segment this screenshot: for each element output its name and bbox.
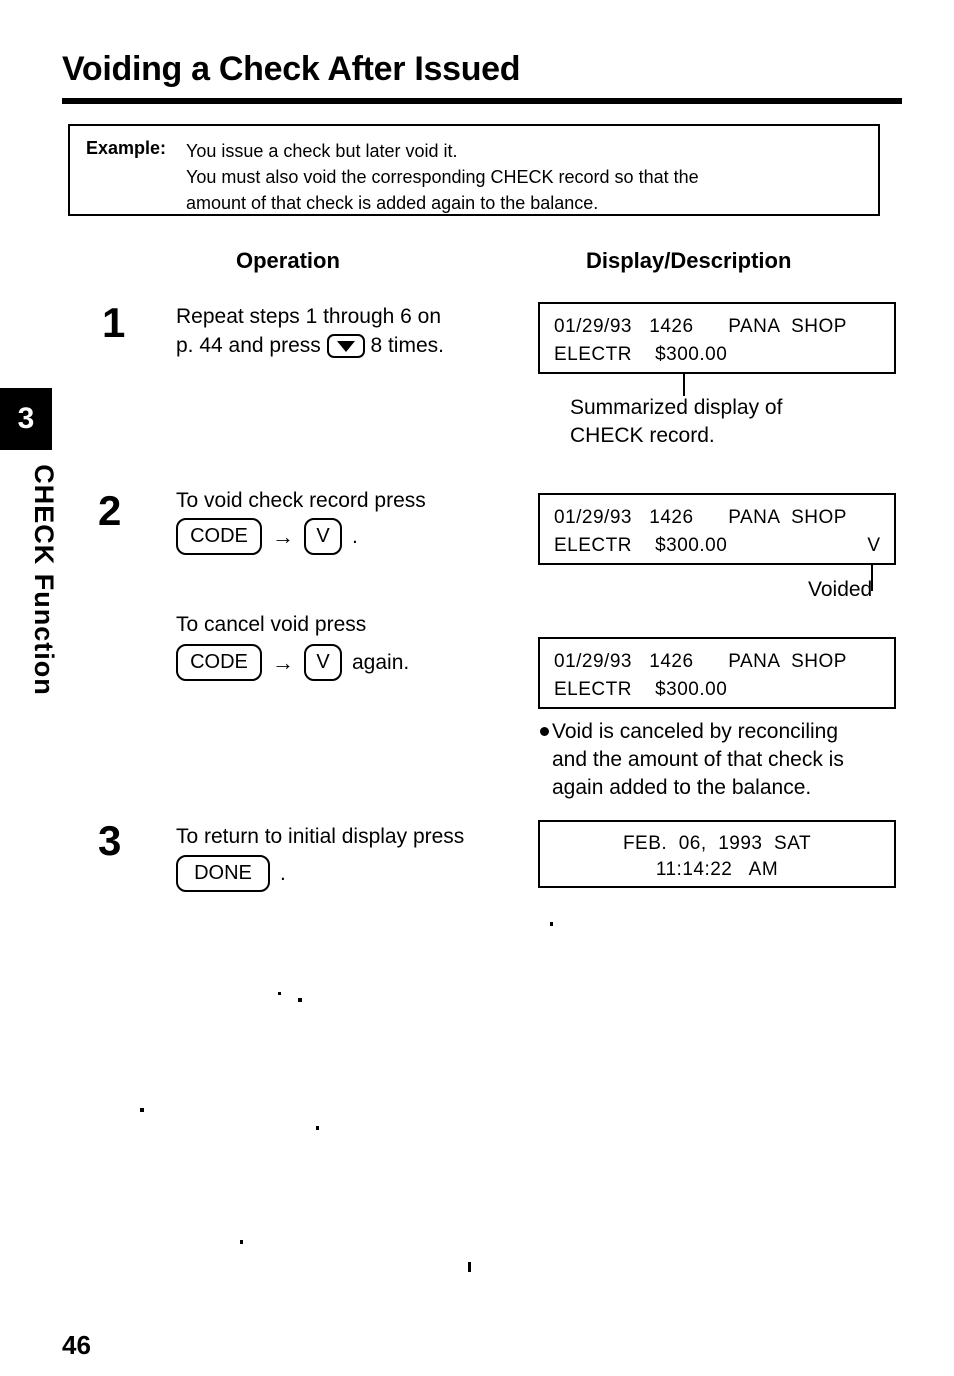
- step-3-key-sequence: DONE .: [176, 855, 286, 892]
- step-number-3: 3: [98, 817, 122, 864]
- step-3-trailing-punctuation: .: [280, 861, 286, 885]
- manual-page: 3 CHECK Function Voiding a Check After I…: [0, 0, 954, 1376]
- step-2-cancel-trailing: again.: [352, 650, 410, 674]
- annotation-summarized: Summarized display of CHECK record.: [570, 394, 782, 450]
- display-step-3-initial: FEB. 06, 1993 SAT 11:14:22 AM: [538, 820, 896, 888]
- code-key-button[interactable]: CODE: [176, 518, 262, 555]
- example-line-1: You issue a check but later void it.: [186, 141, 458, 161]
- step-number-2: 2: [98, 487, 122, 534]
- annotation-voided: Voided: [808, 578, 873, 601]
- arrow-right-icon-cancel: →: [272, 649, 294, 675]
- scan-speck: [468, 1262, 471, 1272]
- step-1-instruction-prefix: p. 44 and press: [176, 334, 321, 357]
- done-key-button[interactable]: DONE: [176, 855, 270, 892]
- display-step-1: 01/29/93 1426 PANA SHOP ELECTR $300.00: [538, 302, 896, 374]
- note-bullet-text-1: Void is canceled by reconciling: [552, 720, 839, 743]
- v-key-button-cancel[interactable]: V: [304, 644, 342, 681]
- step-2-cancel-key-sequence: CODE → V again.: [176, 644, 409, 681]
- step-1-instruction-suffix: 8 times.: [370, 334, 444, 357]
- step-2-cancel-instruction: To cancel void press: [176, 613, 367, 636]
- leader-line-summarized: [683, 374, 685, 396]
- scan-speck: [298, 998, 302, 1002]
- display-step-2-line-1: 01/29/93 1426 PANA SHOP: [554, 507, 847, 528]
- scan-speck: [240, 1240, 243, 1244]
- step-2-key-sequence: CODE → V .: [176, 518, 358, 555]
- chapter-tab-number: 3: [0, 388, 52, 450]
- display-step-2-line-2: ELECTR $300.00: [554, 535, 728, 556]
- scan-speck: [278, 992, 281, 995]
- arrow-right-icon: →: [272, 523, 294, 549]
- void-marker: V: [867, 535, 880, 556]
- down-arrow-key-icon[interactable]: [326, 334, 365, 359]
- step-3-instruction-line-1: To return to initial display press: [176, 825, 465, 848]
- column-heading-operation: Operation: [236, 248, 340, 273]
- title-divider: [62, 98, 902, 104]
- step-1-instruction-line-1: Repeat steps 1 through 6 on: [176, 305, 442, 328]
- step-number-1: 1: [102, 299, 126, 346]
- note-bullet-line-1: Void is canceled by reconciling: [540, 718, 844, 746]
- scan-speck: [140, 1108, 144, 1112]
- v-key-button[interactable]: V: [304, 518, 342, 555]
- display-step-3-line-1: FEB. 06, 1993 SAT: [622, 833, 812, 854]
- display-step-2-cancelled: 01/29/93 1426 PANA SHOP ELECTR $300.00: [538, 637, 896, 709]
- example-text: You issue a check but later void it. You…: [186, 138, 699, 216]
- step-1-instruction-line-2: p. 44 and press 8 times.: [176, 331, 444, 360]
- annotation-summarized-line-1: Summarized display of: [570, 396, 783, 419]
- example-box: Example: You issue a check but later voi…: [68, 124, 880, 216]
- chapter-tab-label: CHECK Function: [29, 464, 59, 696]
- code-key-button-cancel[interactable]: CODE: [176, 644, 262, 681]
- page-title: Voiding a Check After Issued: [62, 50, 521, 88]
- example-line-3: amount of that check is added again to t…: [186, 193, 599, 213]
- note-bullet-line-3: again added to the balance.: [552, 776, 812, 799]
- display-step-2-cancelled-line-1: 01/29/93 1426 PANA SHOP: [554, 651, 847, 672]
- display-step-2-cancelled-line-2: ELECTR $300.00: [554, 679, 728, 700]
- note-bullet-block: Void is canceled by reconciling and the …: [540, 718, 844, 802]
- step-2-instruction-line-1: To void check record press: [176, 489, 426, 512]
- example-label: Example:: [86, 138, 167, 158]
- bullet-dot-icon: [540, 727, 549, 736]
- scan-speck: [316, 1126, 319, 1130]
- scan-speck: [550, 922, 553, 926]
- display-step-2-voided: 01/29/93 1426 PANA SHOP ELECTR $300.00 V: [538, 493, 896, 565]
- column-heading-display-description: Display/Description: [586, 248, 792, 273]
- example-line-2: You must also void the corresponding CHE…: [186, 167, 699, 187]
- annotation-summarized-line-2: CHECK record.: [570, 424, 715, 447]
- page-number: 46: [62, 1330, 91, 1360]
- display-step-1-line-2: ELECTR $300.00: [554, 344, 728, 365]
- down-triangle-icon: [336, 340, 355, 352]
- step-2-trailing-punctuation: .: [352, 524, 358, 548]
- display-step-3-line-2: 11:14:22 AM: [655, 859, 779, 880]
- note-bullet-line-2: and the amount of that check is: [552, 748, 844, 771]
- display-step-1-line-1: 01/29/93 1426 PANA SHOP: [554, 316, 847, 337]
